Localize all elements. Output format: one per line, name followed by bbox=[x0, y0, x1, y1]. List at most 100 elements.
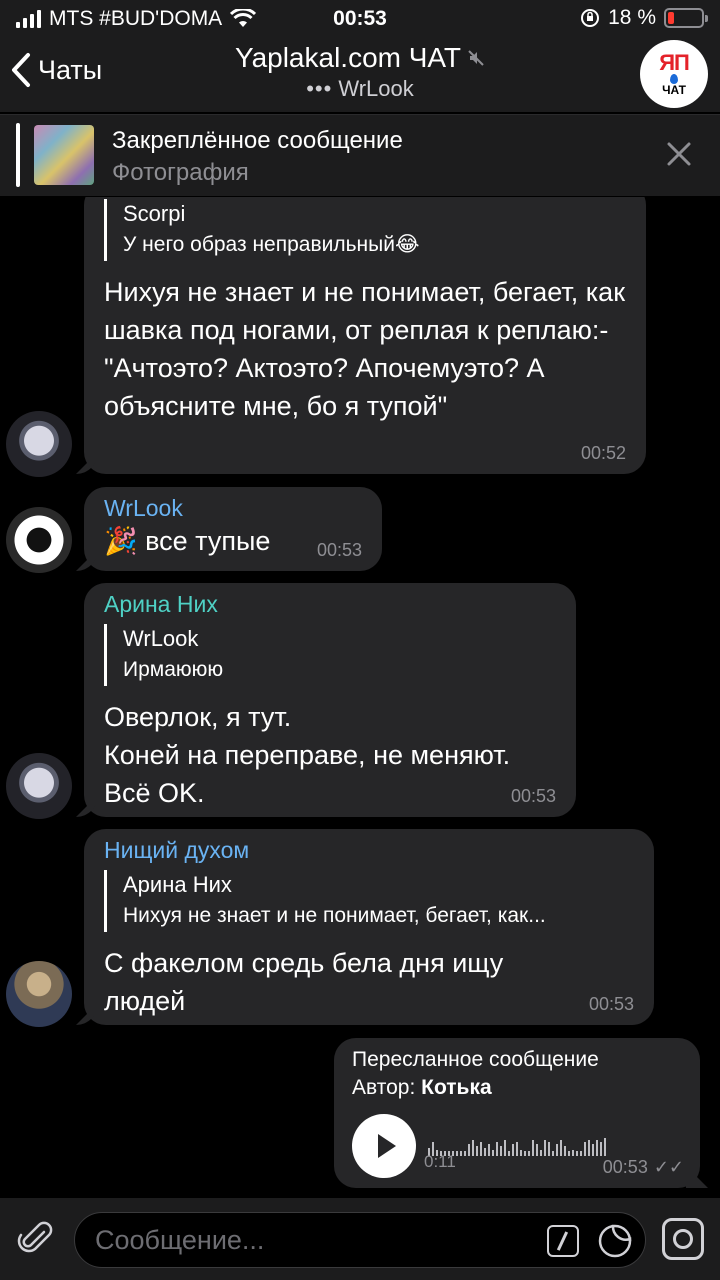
pinned-subtitle: Фотография bbox=[112, 159, 249, 186]
pinned-indicator bbox=[16, 123, 20, 187]
message-time: 00:52 bbox=[580, 443, 626, 463]
waveform-bar bbox=[600, 1142, 602, 1156]
voice-duration: 0:11 bbox=[424, 1152, 456, 1171]
pinned-title: Закреплённое сообщение bbox=[112, 127, 403, 154]
sender-name[interactable]: Арина Них bbox=[104, 591, 556, 618]
message-bubble[interactable]: WrLook 🎉 все тупые 00:53 bbox=[84, 487, 382, 571]
attach-icon[interactable] bbox=[16, 1218, 56, 1258]
message-time: 00:53 bbox=[510, 786, 556, 806]
sticker-icon[interactable] bbox=[597, 1223, 633, 1259]
message-time: 00:53 bbox=[316, 540, 362, 560]
chat-title-area[interactable]: Yaplakal.com ЧАТ ••• WrLook bbox=[0, 42, 720, 102]
message-text: Нихуя не знает и не понимает, бегает, ка… bbox=[104, 277, 626, 421]
waveform-bar bbox=[528, 1151, 530, 1156]
waveform-bar bbox=[580, 1151, 582, 1156]
chat-title-row: Yaplakal.com ЧАТ bbox=[235, 42, 485, 74]
play-button[interactable] bbox=[352, 1114, 416, 1178]
waveform-bar bbox=[480, 1142, 482, 1156]
chat-header: Чаты Yaplakal.com ЧАТ ••• WrLook ЯП ЧАТ bbox=[0, 36, 720, 112]
sender-name[interactable]: WrLook bbox=[104, 495, 362, 522]
avatar[interactable] bbox=[6, 411, 72, 477]
message-line: Оверлок, я тут. bbox=[104, 702, 292, 732]
reply-author: WrLook bbox=[123, 626, 199, 651]
chat-avatar[interactable]: ЯП ЧАТ bbox=[640, 40, 708, 108]
waveform-bar bbox=[516, 1142, 518, 1156]
muted-icon bbox=[468, 50, 484, 66]
waveform-bar bbox=[472, 1140, 474, 1156]
waveform-bar bbox=[508, 1151, 510, 1156]
waveform-bar bbox=[584, 1142, 586, 1156]
waveform-bar bbox=[524, 1151, 526, 1156]
message-line: Коней на переправе, не меняют. bbox=[104, 740, 511, 770]
message-text: С факелом средь бела дня ищу людей bbox=[104, 948, 504, 1016]
waveform-bar bbox=[460, 1151, 462, 1156]
avatar[interactable] bbox=[6, 753, 72, 819]
avatar-sub-text: ЧАТ bbox=[662, 82, 686, 97]
waveform-bar bbox=[596, 1140, 598, 1156]
status-bar: MTS #BUD'DOMA 00:53 18 % bbox=[0, 0, 720, 36]
waveform-bar bbox=[564, 1146, 566, 1156]
composer-bar bbox=[0, 1198, 720, 1280]
bot-command-icon[interactable] bbox=[547, 1225, 579, 1257]
waveform-bar bbox=[512, 1144, 514, 1156]
message-time-row: 00:53 ✓✓ bbox=[603, 1157, 684, 1178]
message-input[interactable] bbox=[95, 1213, 535, 1267]
message-bubble[interactable]: Арина Них WrLook Ирмаююю Оверлок, я тут.… bbox=[84, 583, 576, 817]
waveform-bar bbox=[476, 1146, 478, 1156]
message-bubble[interactable]: Нищий духом Арина Них Нихуя не знает и н… bbox=[84, 829, 654, 1025]
waveform-bar bbox=[552, 1151, 554, 1156]
avatar[interactable] bbox=[6, 961, 72, 1027]
orientation-lock-icon bbox=[581, 9, 600, 27]
pinned-message-bar[interactable]: Закреплённое сообщение Фотография bbox=[0, 114, 720, 196]
battery-icon bbox=[664, 8, 708, 28]
message-time: 00:53 bbox=[602, 1157, 648, 1177]
waveform-bar bbox=[548, 1142, 550, 1156]
waveform-bar bbox=[544, 1140, 546, 1156]
chat-subtitle: ••• WrLook bbox=[0, 76, 720, 102]
waveform-bar bbox=[604, 1138, 606, 1156]
typing-dots: ••• bbox=[306, 76, 333, 101]
message-list[interactable]: Scorpi У него образ неправильный😂 Нихуя … bbox=[0, 197, 720, 1198]
reply-quote[interactable]: Scorpi У него образ неправильный😂 bbox=[104, 199, 626, 261]
message-bubble[interactable]: Scorpi У него образ неправильный😂 Нихуя … bbox=[84, 197, 646, 474]
avatar[interactable] bbox=[6, 507, 72, 573]
avatar-logo-text: ЯП bbox=[659, 49, 690, 75]
message-time: 00:53 bbox=[588, 994, 634, 1014]
message-field bbox=[74, 1212, 646, 1268]
reply-author: Scorpi bbox=[123, 201, 186, 226]
message-line: Всё OK. bbox=[104, 778, 205, 808]
waveform-bar bbox=[456, 1151, 458, 1156]
forwarded-label: Пересланное сообщение bbox=[352, 1048, 599, 1071]
sender-name[interactable]: Нищий духом bbox=[104, 837, 634, 864]
author-label: Автор: bbox=[352, 1076, 416, 1099]
reply-quote[interactable]: Арина Них Нихуя не знает и не понимает, … bbox=[104, 870, 634, 932]
author-name[interactable]: Котька bbox=[421, 1076, 492, 1099]
waveform-bar bbox=[588, 1140, 590, 1156]
reply-quote[interactable]: WrLook Ирмаююю bbox=[104, 624, 556, 686]
reply-text: У него образ неправильный😂 bbox=[123, 233, 420, 256]
voice-message-bubble[interactable]: Пересланное сообщение Автор: Котька 0:11… bbox=[334, 1038, 700, 1188]
forwarded-author[interactable]: Автор: Котька bbox=[352, 1074, 682, 1102]
waveform-bar bbox=[464, 1151, 466, 1156]
camera-icon[interactable] bbox=[662, 1218, 704, 1260]
waveform-bar bbox=[492, 1150, 494, 1156]
waveform-bar bbox=[556, 1144, 558, 1156]
waveform-bar bbox=[560, 1140, 562, 1156]
reply-text: Ирмаююю bbox=[123, 658, 224, 681]
battery-group: 18 % bbox=[580, 6, 708, 30]
reply-text: Нихуя не знает и не понимает, бегает, ка… bbox=[123, 904, 546, 927]
battery-fill bbox=[668, 12, 674, 24]
waveform-bar bbox=[536, 1144, 538, 1156]
chat-title: Yaplakal.com ЧАТ bbox=[234, 42, 462, 73]
close-icon[interactable] bbox=[664, 139, 694, 169]
waveform-bar bbox=[540, 1150, 542, 1156]
waveform-bar bbox=[532, 1140, 534, 1156]
waveform-bar bbox=[520, 1150, 522, 1156]
typing-user: WrLook bbox=[338, 76, 414, 101]
battery-percent: 18 % bbox=[608, 6, 656, 29]
waveform-bar bbox=[500, 1146, 502, 1156]
waveform-bar bbox=[568, 1151, 570, 1156]
read-checks-icon: ✓✓ bbox=[653, 1157, 684, 1177]
waveform-bar bbox=[504, 1140, 506, 1156]
waveform-bar bbox=[576, 1151, 578, 1156]
